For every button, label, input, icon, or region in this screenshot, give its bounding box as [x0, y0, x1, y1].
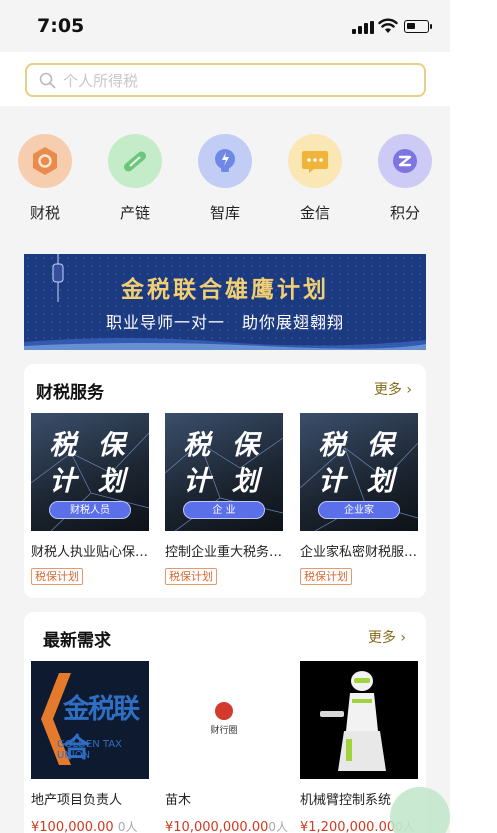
demand-item[interactable]: 财行圈 苗木 ¥10,000,000.000人: [165, 661, 288, 833]
link-icon: [108, 134, 162, 188]
tax-service-card: 财税服务 更多 › 税 保 计 划 财税人员 财税人执业贴心保障服务 税保计划 …: [24, 364, 426, 598]
wifi-icon: [378, 18, 398, 33]
service-name: 财税人执业贴心保障服务: [31, 545, 153, 560]
app-screen: 7:05 个人所得税 财税 产链 智库 金信 积分 金税联合雄鹰计划 职业导师一…: [0, 0, 450, 833]
demand-price-row: ¥100,000.00 0人: [31, 818, 149, 833]
status-bar: 7:05: [0, 0, 450, 52]
nav-label: 积分: [389, 204, 420, 222]
service-name: 企业家私密财税服务方案: [300, 545, 422, 560]
service-tag: 税保计划: [165, 568, 217, 585]
service-item[interactable]: 税 保 计 划 财税人员 财税人执业贴心保障服务 税保计划: [31, 413, 153, 585]
nav-label: 产链: [119, 204, 150, 222]
latest-demands-card: 最新需求 更多 › 金税联合 GOLDEN TAX UNION 地产项目负责人 …: [24, 612, 426, 833]
service-poster: 税 保 计 划 财税人员: [31, 413, 149, 531]
search-input[interactable]: [63, 69, 403, 93]
chat-icon: [288, 134, 342, 188]
battery-icon: [404, 20, 432, 33]
demand-count: 0人: [268, 820, 289, 833]
logo-mark: [215, 699, 233, 720]
nav-item-caishui[interactable]: 财税: [10, 134, 80, 230]
demand-name: 地产项目负责人: [31, 793, 123, 808]
service-name: 控制企业重大税务风险: [165, 545, 287, 560]
poster-text: 税 保: [318, 430, 400, 461]
service-tag: 税保计划: [31, 568, 83, 585]
service-item[interactable]: 税 保 计 划 企 业 控制企业重大税务风险 税保计划: [165, 413, 287, 585]
poster-text: 计 划: [183, 466, 265, 497]
robot-image: [300, 661, 418, 779]
service-poster: 税 保 计 划 企业家: [300, 413, 418, 531]
nav-item-chanlian[interactable]: 产链: [100, 134, 170, 230]
banner-title: 金税联合雄鹰计划: [121, 277, 329, 303]
search-icon: [39, 72, 56, 89]
nav-label: 财税: [29, 204, 60, 222]
banner-subtitle: 职业导师一对一 助你展翅翱翔: [105, 313, 344, 332]
search-bar-area: [0, 52, 450, 106]
demand-item[interactable]: 金税联合 GOLDEN TAX UNION 地产项目负责人 ¥100,000.0…: [31, 661, 149, 833]
logo-subtext: GOLDEN TAX UNION: [57, 739, 122, 761]
robot-icon: [320, 671, 386, 771]
section-title: 财税服务: [36, 383, 104, 403]
demand-name: 苗木: [165, 793, 192, 808]
section-title: 最新需求: [43, 631, 111, 651]
caixingquan-logo: 财行圈: [165, 661, 283, 779]
service-item[interactable]: 税 保 计 划 企业家 企业家私密财税服务方案 税保计划: [300, 413, 422, 585]
more-link[interactable]: 更多 ›: [368, 627, 406, 647]
nav-item-jifen[interactable]: 积分: [370, 134, 440, 230]
golden-tax-logo: 金税联合 GOLDEN TAX UNION: [31, 661, 149, 779]
poster-text: 税 保: [183, 430, 265, 461]
service-poster: 税 保 计 划 企 业: [165, 413, 283, 531]
signal-icon: [352, 21, 374, 34]
nav-label: 智库: [209, 204, 240, 222]
poster-pill: 企 业: [183, 501, 265, 519]
poster-pill: 财税人员: [49, 501, 131, 519]
nav-item-zhiku[interactable]: 智库: [190, 134, 260, 230]
chevron-right-icon: ›: [406, 382, 412, 398]
more-link[interactable]: 更多 ›: [374, 379, 412, 399]
chevron-right-icon: ›: [400, 630, 406, 646]
demand-price: ¥10,000,000.00: [165, 820, 269, 833]
more-label: 更多: [373, 382, 402, 398]
more-label: 更多: [367, 630, 396, 646]
promo-banner[interactable]: 金税联合雄鹰计划 职业导师一对一 助你展翅翱翔: [24, 254, 426, 350]
logo-text: 财行圈: [210, 726, 238, 736]
demand-price: ¥100,000.00: [31, 820, 114, 833]
hexagon-icon: [18, 134, 72, 188]
nav-label: 金信: [299, 204, 330, 222]
nav-item-jinxin[interactable]: 金信: [280, 134, 350, 230]
category-nav: 财税 产链 智库 金信 积分: [0, 124, 450, 234]
status-time: 7:05: [37, 15, 85, 37]
floating-action-button[interactable]: [390, 787, 450, 833]
poster-pill: 企业家: [318, 501, 400, 519]
poster-text: 计 划: [318, 466, 400, 497]
search-box[interactable]: [25, 63, 426, 97]
bulb-icon: [198, 134, 252, 188]
demand-count: 0人: [117, 820, 138, 833]
points-icon: [378, 134, 432, 188]
poster-text: 计 划: [49, 466, 131, 497]
poster-text: 税 保: [49, 430, 131, 461]
demand-price: ¥1,200,000.00: [300, 820, 396, 833]
service-tag: 税保计划: [300, 568, 352, 585]
demand-price-row: ¥10,000,000.000人: [165, 818, 288, 833]
